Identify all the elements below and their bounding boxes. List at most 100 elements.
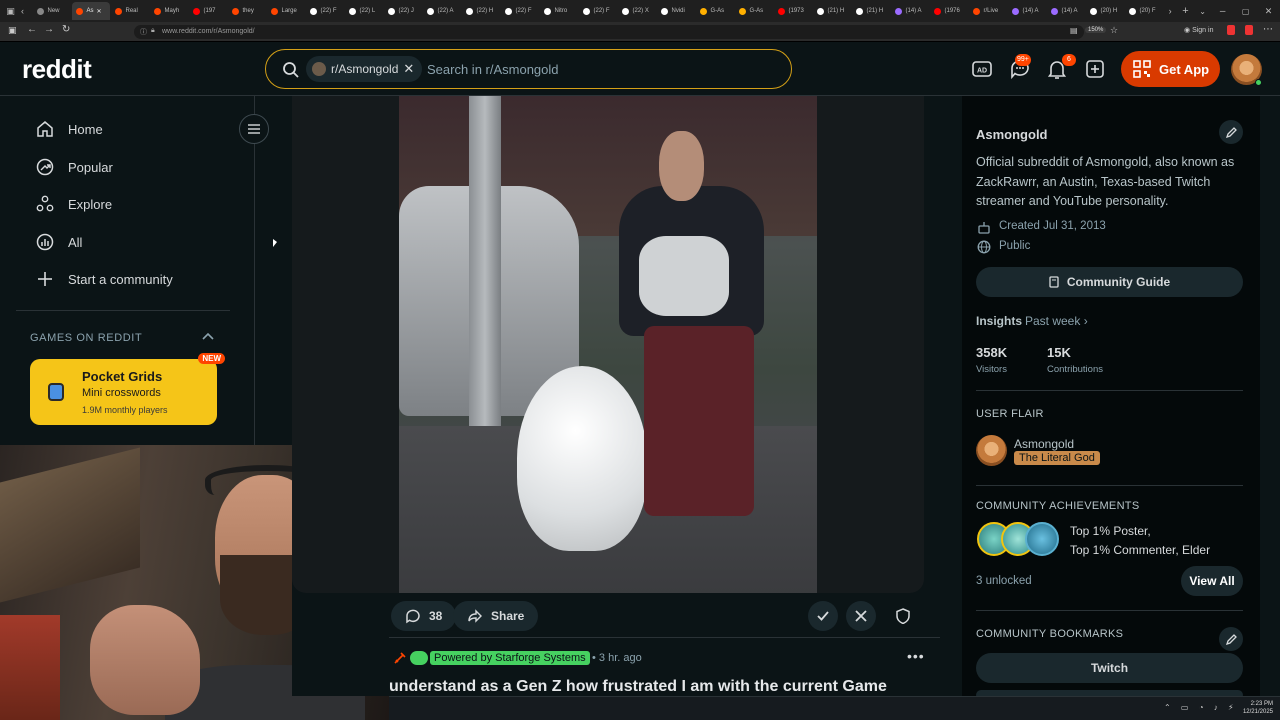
tab-label: (14) A xyxy=(1061,8,1078,14)
browser-tab[interactable]: (22) F xyxy=(306,2,344,20)
browser-tab[interactable]: (20) F xyxy=(1125,2,1163,20)
browser-tab[interactable]: New xyxy=(33,2,71,20)
tab-label: (22) J xyxy=(398,8,414,14)
game-card-pocket-grids[interactable]: NEW Pocket Grids Mini crosswords 1.9M mo… xyxy=(30,353,225,425)
tab-list-icon[interactable]: ⌄ xyxy=(1194,7,1211,16)
close-tab-icon[interactable]: ✕ xyxy=(97,8,102,15)
tab-favicon-icon xyxy=(37,7,45,15)
maximize-button[interactable]: ▢ xyxy=(1234,7,1257,16)
comments-button[interactable]: 38 xyxy=(391,601,457,631)
edit-community-button[interactable] xyxy=(1219,120,1243,144)
online-status-dot xyxy=(1255,79,1262,86)
post-title[interactable]: understand as a Gen Z how frustrated I a… xyxy=(389,678,887,696)
browser-tab[interactable]: (14) A xyxy=(1047,2,1085,20)
create-post-icon[interactable] xyxy=(1084,58,1106,80)
post-flair[interactable]: Powered by Starforge Systems xyxy=(430,651,590,665)
zoom-indicator[interactable]: 150% xyxy=(1085,27,1107,33)
bookmark-twitch-button[interactable]: Twitch xyxy=(976,653,1243,683)
collapse-nav-button[interactable] xyxy=(239,114,269,144)
browser-tab[interactable]: (1973 xyxy=(774,2,812,20)
browser-tab[interactable]: Real xyxy=(111,2,149,20)
reload-button[interactable]: ↻ xyxy=(62,24,70,35)
edit-bookmarks-button[interactable] xyxy=(1219,627,1243,651)
comment-count: 38 xyxy=(429,609,443,623)
approve-button[interactable] xyxy=(808,601,838,631)
browser-tab[interactable]: As ✕ xyxy=(72,2,111,20)
forward-button[interactable]: → xyxy=(44,24,54,35)
browser-tab[interactable]: (22) A xyxy=(423,2,461,20)
tab-favicon-icon xyxy=(1129,7,1137,15)
browser-tab[interactable]: (22) L xyxy=(345,2,383,20)
browser-tab[interactable]: (22) F xyxy=(501,2,539,20)
community-name: Asmongold xyxy=(976,127,1048,142)
more-options-icon[interactable]: ••• xyxy=(907,648,925,664)
insights-range-dropdown[interactable]: Past week › xyxy=(1025,314,1088,328)
browser-tab[interactable]: (21) H xyxy=(852,2,890,20)
browser-tab[interactable]: Large xyxy=(267,2,305,20)
browser-tab[interactable]: Nvidi xyxy=(657,2,695,20)
browser-tab[interactable]: they xyxy=(228,2,266,20)
new-tab-button[interactable]: + xyxy=(1177,5,1194,17)
extension-icon[interactable] xyxy=(1227,25,1235,35)
search-input[interactable]: Search in r/Asmongold xyxy=(427,62,559,77)
close-window-button[interactable]: ✕ xyxy=(1257,6,1280,17)
minimize-button[interactable]: – xyxy=(1211,6,1234,17)
browser-tab[interactable]: G-As xyxy=(696,2,734,20)
sidebar-toggle-icon[interactable]: ▣ xyxy=(8,25,17,36)
tab-scroll-left-icon[interactable]: ‹ xyxy=(21,6,32,16)
reddit-logo[interactable]: reddit xyxy=(22,54,92,85)
chevron-up-icon[interactable] xyxy=(202,332,214,340)
close-icon[interactable]: ✕ xyxy=(403,61,414,77)
search-icon xyxy=(283,62,299,78)
extension-icon[interactable] xyxy=(1245,25,1253,35)
user-flair-badge[interactable]: The Literal God xyxy=(1014,451,1100,465)
search-scope-chip[interactable]: r/Asmongold ✕ xyxy=(306,56,423,82)
browser-tab[interactable]: r/Live xyxy=(969,2,1007,20)
browser-tab[interactable]: (22) F xyxy=(579,2,617,20)
tab-scroll-right-icon[interactable]: › xyxy=(1163,6,1176,16)
reader-icon[interactable]: ▤ xyxy=(1070,26,1078,35)
browser-tab[interactable]: (21) H xyxy=(813,2,851,20)
advertise-icon[interactable]: AD xyxy=(971,58,993,80)
browser-tab[interactable]: Nitro xyxy=(540,2,578,20)
achievement-badge-icon[interactable] xyxy=(1025,522,1059,556)
post-image[interactable] xyxy=(399,96,817,593)
remove-button[interactable] xyxy=(846,601,876,631)
share-button[interactable]: Share xyxy=(453,601,539,631)
nav-item-start-community[interactable]: Start a community xyxy=(36,269,173,289)
nav-item-popular[interactable]: Popular xyxy=(36,157,113,177)
menu-icon[interactable]: ⋯ xyxy=(1263,24,1273,35)
system-tray-icons[interactable]: ⌃ ▭ ◔ ♪ ⚡ xyxy=(1164,703,1238,712)
nav-item-home[interactable]: Home xyxy=(36,119,103,139)
tab-actions-icon[interactable]: ▣ xyxy=(0,2,21,20)
browser-tab[interactable]: (14) A xyxy=(1008,2,1046,20)
browser-tab[interactable]: (22) J xyxy=(384,2,422,20)
back-button[interactable]: ← xyxy=(27,24,37,35)
clock[interactable]: 2:23 PM 12/21/2025 xyxy=(1233,700,1273,716)
view-all-button[interactable]: View All xyxy=(1181,566,1243,596)
mouse-cursor xyxy=(273,239,277,247)
community-visibility: Public xyxy=(999,240,1031,252)
browser-tab[interactable]: (20) H xyxy=(1086,2,1124,20)
post-time-label: 3 hr. ago xyxy=(598,652,642,664)
browser-tab[interactable]: (197 xyxy=(189,2,227,20)
search-bar[interactable]: r/Asmongold ✕ Search in r/Asmongold xyxy=(265,49,792,89)
browser-tab[interactable]: G-As xyxy=(735,2,773,20)
browser-tab[interactable]: (1976 xyxy=(930,2,968,20)
nav-item-all[interactable]: All xyxy=(36,232,82,252)
browser-tab[interactable]: (22) H xyxy=(462,2,500,20)
achievement-line-2: Top 1% Commenter, Elder xyxy=(1070,543,1211,557)
community-guide-button[interactable]: Community Guide xyxy=(976,267,1243,297)
user-flair-avatar xyxy=(976,435,1007,466)
nav-item-explore[interactable]: Explore xyxy=(36,194,112,214)
site-info-icon[interactable]: ⓘ xyxy=(140,27,147,37)
bookmark-star-icon[interactable]: ☆ xyxy=(1110,25,1118,36)
url-field[interactable]: ⓘ 🔒︎ www.reddit.com/r/Asmongold/ xyxy=(134,25,1084,39)
share-label: Share xyxy=(491,609,525,623)
browser-tab[interactable]: (22) X xyxy=(618,2,656,20)
sign-in-button[interactable]: ◉ Sign in xyxy=(1184,26,1213,34)
mod-shield-button[interactable] xyxy=(888,601,918,631)
browser-tab[interactable]: (14) A xyxy=(891,2,929,20)
browser-tab[interactable]: Mayh xyxy=(150,2,188,20)
get-app-button[interactable]: Get App xyxy=(1121,51,1220,87)
